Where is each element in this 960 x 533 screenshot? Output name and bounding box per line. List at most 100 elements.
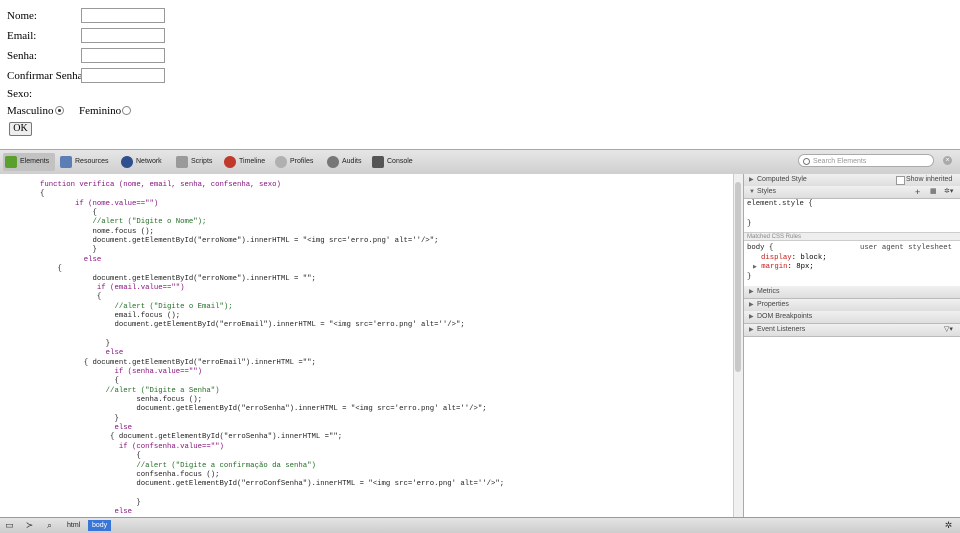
expand-triangle-icon[interactable]: ▶ bbox=[753, 264, 757, 270]
show-inherited-checkbox[interactable] bbox=[896, 176, 905, 185]
code-line: nome.focus (); bbox=[40, 227, 154, 236]
search-elements-input[interactable]: Search Elements bbox=[798, 154, 934, 167]
code-line: } bbox=[40, 339, 111, 348]
tab-resources-label: Resources bbox=[75, 158, 109, 165]
scrollbar-thumb[interactable] bbox=[735, 182, 741, 372]
styles-section[interactable]: ▼ Styles + ▦ ✲▾ bbox=[744, 186, 960, 199]
code-line: else bbox=[40, 508, 132, 517]
code-line: } bbox=[40, 414, 119, 423]
feminino-radio[interactable] bbox=[122, 106, 131, 115]
user-agent-stylesheet: user agent stylesheet bbox=[860, 244, 952, 252]
code-line: document.getElementById("erroSenha").inn… bbox=[40, 405, 487, 414]
show-inherited-label: Show inherited bbox=[906, 176, 953, 183]
console-icon bbox=[372, 156, 384, 168]
tab-elements-label: Elements bbox=[20, 158, 50, 165]
code-line: if (confsenha.value=="") bbox=[40, 442, 224, 451]
label-email: Email: bbox=[7, 30, 37, 42]
rendered-page: Nome: Email: Senha: Confirmar Senha: Sex… bbox=[0, 0, 960, 148]
tab-audits[interactable]: Audits bbox=[325, 153, 361, 171]
scripts-icon bbox=[176, 156, 188, 168]
expand-triangle-icon: ▶ bbox=[749, 289, 754, 295]
code-line: { bbox=[40, 209, 97, 218]
label-feminino: Feminino bbox=[79, 105, 122, 117]
expand-triangle-icon: ▶ bbox=[749, 177, 754, 183]
tab-timeline-label: Timeline bbox=[239, 158, 266, 165]
margin-property-name: margin bbox=[761, 263, 788, 271]
code-line: if (nome.value=="") bbox=[40, 199, 159, 208]
timeline-icon bbox=[224, 156, 236, 168]
styles-sidebar: ▶ Computed Style Show inherited ▼ Styles… bbox=[743, 174, 960, 518]
code-line: else bbox=[40, 424, 132, 433]
collapse-triangle-icon: ▼ bbox=[749, 189, 755, 195]
console-toggle-icon[interactable]: ≻ bbox=[24, 520, 35, 531]
code-line: //alert ("Digite o Nome"); bbox=[40, 218, 207, 227]
audits-icon bbox=[327, 156, 339, 168]
expand-triangle-icon: ▶ bbox=[749, 314, 754, 320]
expand-triangle-icon: ▶ bbox=[749, 327, 754, 333]
nome-input[interactable] bbox=[81, 8, 165, 23]
label-sexo: Sexo: bbox=[7, 88, 33, 100]
expand-triangle-icon: ▶ bbox=[749, 302, 754, 308]
confirmar-senha-input[interactable] bbox=[81, 68, 165, 83]
tab-audits-label: Audits bbox=[342, 158, 362, 165]
properties-title: Properties bbox=[757, 301, 789, 308]
display-property-value: block; bbox=[800, 254, 827, 262]
filter-icon[interactable]: ▽▾ bbox=[944, 324, 953, 336]
code-line: } bbox=[40, 498, 141, 507]
close-icon[interactable]: × bbox=[943, 156, 952, 165]
element-state-icon[interactable]: ▦ bbox=[930, 186, 937, 198]
tab-profiles[interactable]: Profiles bbox=[273, 153, 313, 171]
code-line: function verifica (nome, email, senha, c… bbox=[40, 181, 281, 189]
code-line: else bbox=[40, 255, 102, 264]
event-listeners-title: Event Listeners bbox=[757, 326, 806, 333]
tab-elements[interactable]: Elements bbox=[3, 153, 55, 171]
tab-scripts-label: Scripts bbox=[191, 158, 213, 165]
label-masculino: Masculino bbox=[7, 105, 54, 117]
tab-resources[interactable]: Resources bbox=[58, 153, 108, 171]
code-scrollbar[interactable] bbox=[733, 174, 743, 518]
code-line: document.getElementById("erroNome").inne… bbox=[40, 274, 316, 283]
dom-breakpoints-title: DOM Breakpoints bbox=[757, 313, 813, 320]
tab-console-label: Console bbox=[387, 158, 413, 165]
margin-property: ▶ margin: 8px; bbox=[753, 263, 814, 271]
tab-scripts[interactable]: Scripts bbox=[174, 153, 212, 171]
code-line: //alert ("Digite a confirmação da senha"… bbox=[40, 461, 316, 470]
display-property-name: display bbox=[761, 254, 792, 262]
tab-profiles-label: Profiles bbox=[290, 158, 314, 165]
breadcrumb-html[interactable]: html bbox=[63, 520, 84, 531]
code-line: { bbox=[40, 377, 119, 386]
code-line: else bbox=[40, 349, 124, 358]
profiles-icon bbox=[275, 156, 287, 168]
code-line: { bbox=[40, 293, 102, 302]
label-nome: Nome: bbox=[7, 10, 37, 22]
masculino-radio[interactable] bbox=[55, 106, 64, 115]
tab-network[interactable]: Network bbox=[119, 153, 162, 171]
gear-icon[interactable]: ✲▾ bbox=[944, 186, 953, 198]
resources-icon bbox=[60, 156, 72, 168]
source-code-panel[interactable]: function verifica (nome, email, senha, c… bbox=[0, 174, 733, 518]
dock-icon[interactable]: ▭ bbox=[4, 520, 15, 531]
code-line: { bbox=[40, 190, 45, 199]
senha-input[interactable] bbox=[81, 48, 165, 63]
network-icon bbox=[121, 156, 133, 168]
element-style-rule: element.style { bbox=[747, 200, 813, 208]
label-senha: Senha: bbox=[7, 50, 37, 62]
tab-console[interactable]: Console bbox=[370, 153, 413, 171]
email-input[interactable] bbox=[81, 28, 165, 43]
code-line: if (senha.value=="") bbox=[40, 368, 203, 376]
body-selector: body { bbox=[747, 244, 774, 252]
tab-timeline[interactable]: Timeline bbox=[222, 153, 265, 171]
body-rule-close: } bbox=[747, 273, 752, 281]
dom-breakpoints-section[interactable]: ▶ DOM Breakpoints bbox=[744, 311, 960, 324]
gear-icon[interactable]: ✲ bbox=[943, 520, 954, 531]
breadcrumb-body[interactable]: body bbox=[88, 520, 112, 531]
styles-title: Styles bbox=[757, 188, 777, 195]
event-listeners-section[interactable]: ▶ Event Listeners ▽▾ bbox=[744, 324, 960, 337]
code-line: confsenha.focus (); bbox=[40, 470, 220, 479]
add-icon[interactable]: + bbox=[915, 186, 920, 198]
ok-button[interactable]: OK bbox=[9, 122, 32, 136]
search-icon[interactable]: ⌕ bbox=[44, 520, 55, 531]
code-line: document.getElementById("erroConfSenha")… bbox=[40, 480, 505, 489]
metrics-section[interactable]: ▶ Metrics bbox=[744, 286, 960, 299]
devtools-toolbar: Elements Resources Network Scripts Timel… bbox=[0, 149, 960, 175]
